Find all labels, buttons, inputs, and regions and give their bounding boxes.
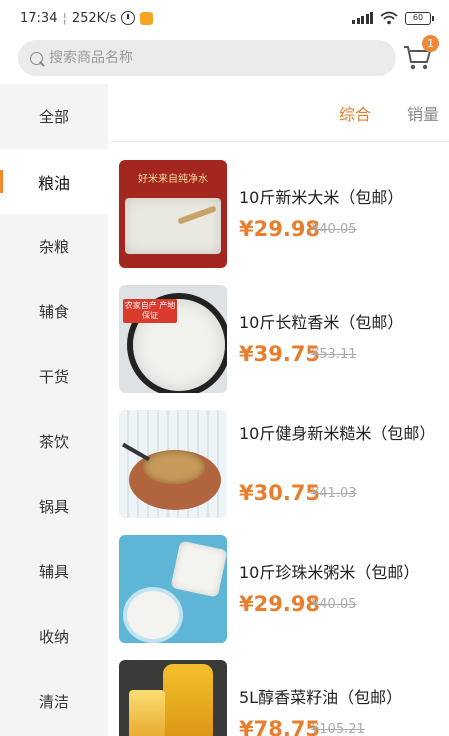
sidebar-item-label: 粮油 — [37, 173, 70, 193]
sidebar-item-tea-drinks[interactable]: 茶饮 — [0, 409, 108, 474]
category-sidebar: 全部 粮油 杂粮 辅食 干货 茶饮 锅具 辅具 收纳 清洁 — [0, 84, 108, 736]
oil-glass-graphic — [129, 690, 165, 736]
product-original-price: ¥41.03 — [311, 486, 357, 501]
product-name: 10斤健身新米糙米（包邮） — [239, 424, 436, 443]
product-original-price: ¥40.05 — [311, 222, 357, 237]
product-item[interactable]: 农家自产 产地保证 10斤长粒香米（包邮） ¥39.75 ¥53.11 — [119, 285, 449, 395]
sidebar-item-complementary-food[interactable]: 辅食 — [0, 279, 108, 344]
product-original-price: ¥40.05 — [311, 597, 357, 612]
sidebar-item-utensils[interactable]: 辅具 — [0, 539, 108, 604]
rice-dish-graphic — [170, 540, 227, 598]
sidebar-item-cleaning[interactable]: 清洁 — [0, 669, 108, 734]
product-price: ¥78.75 — [239, 717, 321, 736]
sidebar-item-coarse-grains[interactable]: 杂粮 — [0, 214, 108, 279]
product-item[interactable]: 好米来自纯净水 10斤新米大米（包邮） ¥29.98 ¥40.05 — [119, 160, 449, 270]
product-item[interactable]: 10斤健身新米糙米（包邮） ¥30.75 ¥41.03 — [119, 410, 449, 520]
notification-app-icon — [140, 11, 154, 25]
sidebar-item-all[interactable]: 全部 — [0, 84, 108, 149]
cart-badge: 1 — [422, 35, 439, 52]
sidebar-item-label: 收纳 — [38, 628, 69, 646]
product-item[interactable]: 10斤珍珠米粥米（包邮） ¥29.98 ¥40.05 — [119, 535, 449, 645]
battery-icon: 60 — [405, 11, 434, 25]
rice-bowl-graphic — [127, 591, 179, 639]
sidebar-item-label: 清洁 — [38, 693, 69, 711]
product-original-price: ¥53.11 — [311, 347, 357, 362]
search-input[interactable] — [49, 50, 369, 66]
sidebar-item-label: 锅具 — [38, 498, 69, 516]
oil-bottle-graphic — [163, 664, 213, 736]
product-image-banner: 好米来自纯净水 — [138, 174, 208, 185]
network-speed: 252K/s — [71, 10, 117, 26]
product-image — [119, 535, 227, 643]
product-price: ¥39.75 — [239, 342, 321, 366]
sidebar-item-label: 茶饮 — [38, 433, 69, 451]
product-price: ¥29.98 — [239, 592, 321, 616]
product-image: 好米来自纯净水 — [119, 160, 227, 268]
sidebar-item-dried-goods[interactable]: 干货 — [0, 344, 108, 409]
product-name: 10斤珍珠米粥米（包邮） — [239, 563, 420, 582]
status-bar: 17:34 ¦ 252K/s 60 — [0, 0, 449, 36]
product-price: ¥30.75 — [239, 481, 321, 505]
product-image-badge: 农家自产 产地保证 — [123, 299, 177, 323]
product-image — [119, 410, 227, 518]
product-name: 5L醇香菜籽油（包邮） — [239, 688, 403, 707]
sidebar-item-label: 干货 — [38, 368, 69, 386]
signal-icon — [352, 12, 373, 24]
sidebar-item-label: 全部 — [38, 108, 69, 126]
product-image: 农家自产 产地保证 — [119, 285, 227, 393]
sidebar-item-label: 辅食 — [38, 303, 69, 321]
product-original-price: ¥105.21 — [311, 722, 365, 736]
search-bar[interactable] — [18, 40, 396, 76]
product-name: 10斤长粒香米（包邮） — [239, 313, 404, 332]
product-name: 10斤新米大米（包邮） — [239, 188, 404, 207]
search-icon — [30, 51, 43, 65]
alarm-icon — [121, 11, 136, 25]
sidebar-item-cookware[interactable]: 锅具 — [0, 474, 108, 539]
wifi-icon — [380, 11, 398, 25]
product-price: ¥29.98 — [239, 217, 321, 241]
spoon-graphic — [122, 442, 150, 462]
sidebar-item-label: 辅具 — [38, 563, 69, 581]
sidebar-item-label: 杂粮 — [38, 238, 69, 256]
sidebar-item-grain-oil[interactable]: 粮油 — [0, 149, 108, 214]
status-divider: ¦ — [62, 10, 67, 26]
sort-tabs: 综合 销量 — [108, 84, 449, 142]
rice-pile-graphic — [125, 198, 221, 254]
product-image — [119, 660, 227, 736]
product-item[interactable]: 5L醇香菜籽油（包邮） ¥78.75 ¥105.21 — [119, 660, 449, 736]
tab-comprehensive[interactable]: 综合 — [339, 101, 371, 125]
sidebar-item-storage[interactable]: 收纳 — [0, 604, 108, 669]
status-time: 17:34 — [20, 10, 58, 26]
tab-sales[interactable]: 销量 — [407, 101, 439, 125]
brown-rice-bowl-graphic — [143, 450, 205, 484]
